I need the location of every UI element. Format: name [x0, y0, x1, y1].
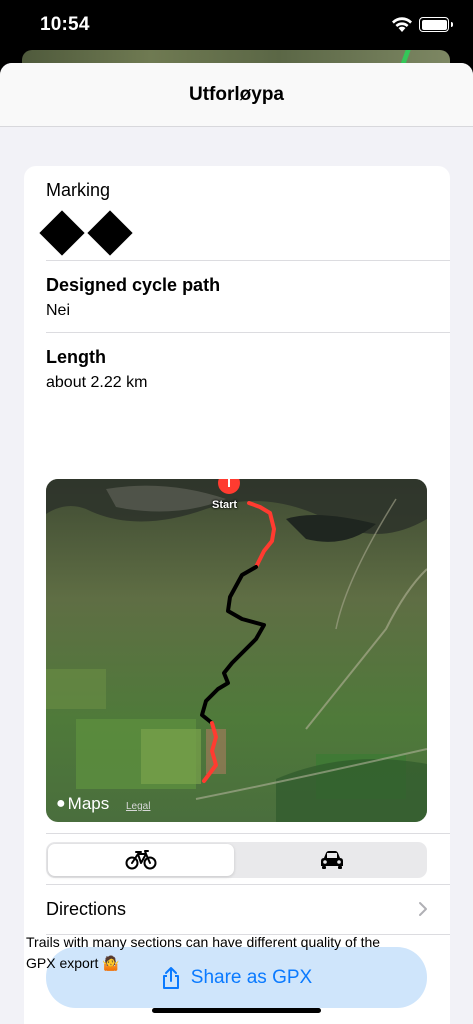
segment-car[interactable]	[239, 844, 425, 876]
bicycle-icon	[125, 850, 157, 870]
designed-path-row: Designed cycle path Nei	[46, 275, 450, 320]
wifi-icon	[392, 17, 412, 32]
length-label: Length	[46, 347, 106, 367]
marking-label: Marking	[46, 180, 111, 200]
directions-label: Directions	[46, 898, 127, 919]
status-time: 10:54	[40, 14, 90, 35]
length-value: about 2.22 km	[46, 374, 148, 391]
legal-link[interactable]: Legal	[126, 801, 150, 812]
home-indicator[interactable]	[152, 1008, 321, 1013]
double-black-diamond-icon	[39, 210, 133, 258]
divider	[46, 260, 450, 261]
battery-icon	[419, 17, 453, 32]
divider	[46, 833, 450, 834]
gpx-quality-note: Trails with many sections can have diffe…	[26, 934, 381, 971]
directions-row[interactable]: Directions	[46, 884, 450, 934]
length-row: Length about 2.22 km	[46, 347, 450, 392]
diamond-icon	[87, 210, 133, 256]
apple-logo-icon: ●	[56, 795, 66, 812]
marking-row: Marking	[46, 180, 450, 201]
designed-path-label: Designed cycle path	[46, 275, 221, 295]
segment-bicycle[interactable]	[48, 844, 234, 876]
apple-maps-logo: ● Maps	[56, 794, 109, 814]
page-title: Utforløypa	[189, 83, 284, 105]
transport-mode-segmented-control	[46, 842, 427, 878]
satellite-map-image	[46, 479, 427, 822]
route-map[interactable]: Start ● Maps Legal	[46, 479, 427, 822]
trail-info-card: Marking Designed cycle path Nei Length a…	[24, 166, 450, 1024]
detail-sheet: Utforløypa Marking Designed cycle path N…	[0, 63, 473, 1024]
chevron-right-icon	[419, 902, 427, 916]
nav-bar: Utforløypa	[0, 63, 473, 127]
car-icon	[321, 851, 343, 869]
diamond-icon	[39, 210, 85, 256]
status-bar: 10:54	[0, 0, 473, 52]
start-label: Start	[212, 499, 238, 511]
divider	[46, 332, 450, 333]
designed-path-value: Nei	[46, 302, 71, 319]
maps-brand-text: Maps	[67, 794, 110, 813]
